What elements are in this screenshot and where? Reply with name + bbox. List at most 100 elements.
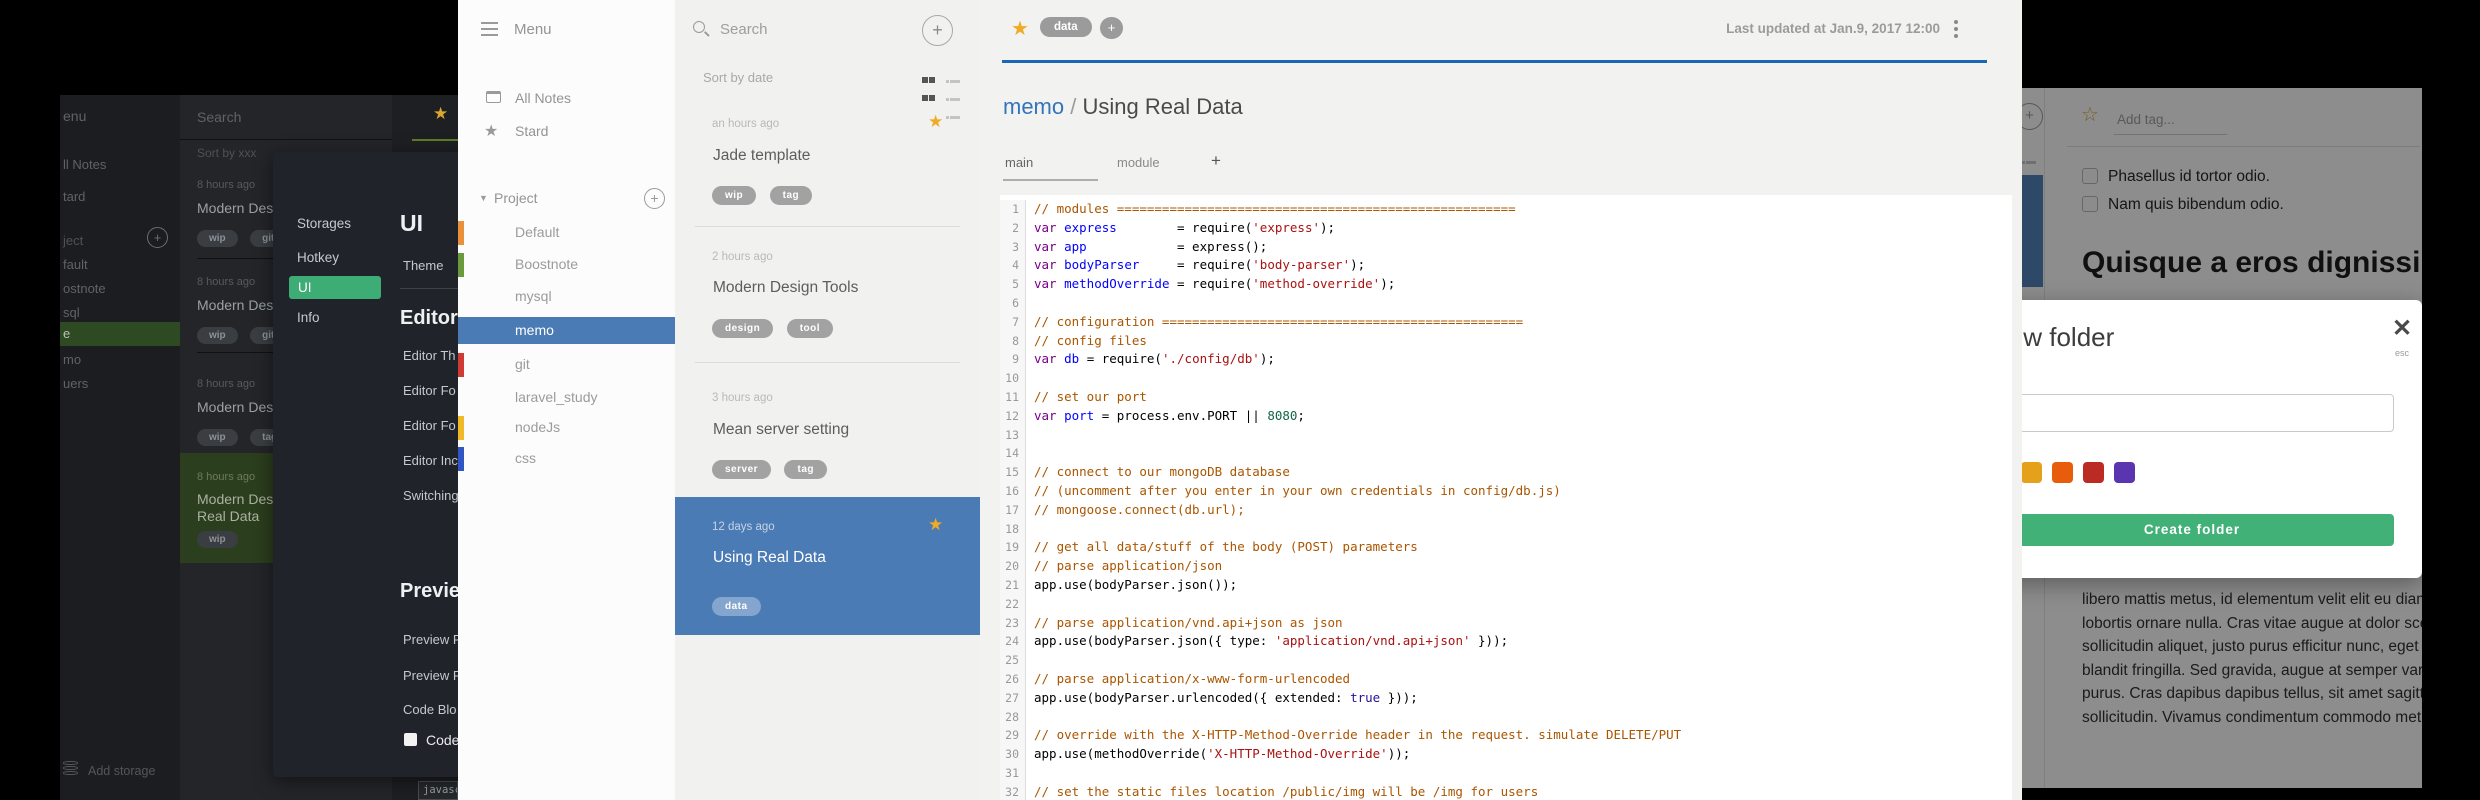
sidebar-folder-laravel-study[interactable]: laravel_study bbox=[515, 389, 598, 405]
code-line: 9 var db = require('./config/db'); bbox=[1000, 350, 2012, 370]
code-line: 6 bbox=[1000, 293, 2012, 313]
note-title: Mean server setting bbox=[713, 421, 850, 438]
sidebar-folder-mysql[interactable]: mysql bbox=[515, 288, 552, 304]
note-item[interactable]: an hours ago ★ Jade template wip tag bbox=[675, 110, 980, 225]
grid-view-icon[interactable] bbox=[922, 71, 938, 107]
note-tag: wip bbox=[197, 531, 238, 548]
dark-folder-item[interactable]: fault bbox=[63, 257, 88, 272]
note-item[interactable]: 3 hours ago Mean server setting server t… bbox=[675, 385, 980, 497]
code-line: 32// set the static files location /publ… bbox=[1000, 782, 2012, 800]
dark-folder-item[interactable]: sql bbox=[63, 305, 80, 320]
menu-icon[interactable] bbox=[481, 22, 498, 40]
dark-search-input[interactable]: Search bbox=[197, 109, 241, 125]
note-tag: tag bbox=[784, 460, 827, 479]
new-note-button[interactable]: + bbox=[922, 15, 953, 46]
dark-folder-label: e bbox=[63, 326, 71, 341]
dark-sidebar-item-starred[interactable]: tard bbox=[63, 189, 85, 204]
code-line: 8// config files bbox=[1000, 331, 2012, 351]
code-line: 1// modules ============================… bbox=[1000, 200, 2012, 219]
note-item-selected[interactable]: 12 days ago ★ Using Real Data data bbox=[675, 497, 980, 635]
code-line: 19// get all data/stuff of the body (POS… bbox=[1000, 538, 2012, 558]
code-line: 23// parse application/vnd.api+json as j… bbox=[1000, 613, 2012, 633]
folder-label: memo bbox=[515, 322, 554, 338]
settings-preview-row: Preview F bbox=[403, 668, 461, 683]
star-icon[interactable]: ★ bbox=[928, 112, 943, 132]
star-icon[interactable]: ★ bbox=[433, 104, 448, 124]
close-icon[interactable]: ✕ bbox=[2392, 314, 2412, 343]
settings-preview-title: Previe bbox=[400, 580, 461, 602]
more-menu-icon[interactable] bbox=[1952, 17, 1960, 41]
note-title: Using Real Data bbox=[713, 549, 826, 566]
tab-main[interactable]: main bbox=[1005, 155, 1033, 170]
color-swatch[interactable] bbox=[2021, 462, 2042, 483]
sidebar-item-all-notes[interactable]: All Notes bbox=[515, 90, 571, 106]
code-editor[interactable]: 1// modules ============================… bbox=[1000, 195, 2012, 800]
settings-nav-storages[interactable]: Storages bbox=[297, 216, 351, 231]
add-storage-button[interactable]: Add storage bbox=[88, 764, 155, 778]
folder-name-input[interactable] bbox=[1990, 394, 2394, 432]
sidebar-folder-boostnote[interactable]: Boostnote bbox=[515, 256, 578, 272]
sidebar-folder-nodejs[interactable]: nodeJs bbox=[515, 419, 560, 435]
folder-color-bar bbox=[458, 353, 464, 377]
project-section-label[interactable]: Project bbox=[494, 190, 538, 206]
code-line: 20// parse application/json bbox=[1000, 557, 2012, 576]
dark-project-label[interactable]: ject bbox=[63, 233, 83, 248]
sidebar-folder-memo-selected[interactable]: memo bbox=[458, 317, 675, 344]
breadcrumb-separator: / bbox=[1070, 94, 1077, 119]
code-line: 15// connect to our mongoDB database bbox=[1000, 463, 2012, 482]
code-language-select[interactable]: javascri bbox=[418, 781, 458, 800]
sidebar-folder-git[interactable]: git bbox=[515, 356, 530, 372]
code-line: 29// override with the X-HTTP-Method-Ove… bbox=[1000, 726, 2012, 746]
breadcrumb-folder[interactable]: memo bbox=[1003, 94, 1064, 119]
color-swatch[interactable] bbox=[2052, 462, 2073, 483]
tab-module[interactable]: module bbox=[1117, 155, 1160, 170]
dark-menu-label[interactable]: enu bbox=[63, 108, 86, 124]
search-input[interactable]: Search bbox=[720, 21, 768, 38]
dark-folder-item-selected[interactable]: e bbox=[60, 322, 180, 346]
code-line: 11// set our port bbox=[1000, 387, 2012, 407]
dark-folder-item[interactable]: uers bbox=[63, 376, 88, 391]
sort-select[interactable]: Sort by date bbox=[703, 70, 773, 85]
dark-folder-item[interactable]: ostnote bbox=[63, 281, 106, 296]
dark-sidebar-item-all-notes[interactable]: ll Notes bbox=[63, 157, 106, 172]
create-folder-button[interactable]: Create folder bbox=[1990, 514, 2394, 546]
settings-nav-hotkey[interactable]: Hotkey bbox=[297, 250, 339, 265]
note-tag: server bbox=[712, 460, 772, 479]
settings-nav-info[interactable]: Info bbox=[297, 310, 320, 325]
chevron-down-icon[interactable]: ▼ bbox=[479, 193, 488, 203]
note-list: Search + Sort by date an hours ago ★ Jad… bbox=[675, 0, 980, 800]
note-tag-pill[interactable]: data bbox=[1040, 17, 1092, 37]
divider bbox=[180, 139, 392, 140]
breadcrumb: memo / Using Real Data bbox=[1003, 94, 1243, 120]
code-line: 28 bbox=[1000, 707, 2012, 727]
add-tag-button[interactable]: + bbox=[1100, 17, 1123, 39]
note-time: 8 hours ago bbox=[197, 471, 256, 483]
sidebar-folder-default[interactable]: Default bbox=[515, 224, 559, 240]
dark-sort-select[interactable]: Sort by xxx bbox=[197, 146, 256, 160]
settings-editor-row: Switching bbox=[403, 488, 459, 503]
settings-section-title: UI bbox=[400, 210, 423, 236]
sidebar-folder-css[interactable]: css bbox=[515, 450, 536, 466]
color-swatch[interactable] bbox=[2114, 462, 2135, 483]
sidebar-item-starred[interactable]: Stard bbox=[515, 123, 548, 139]
menu-label[interactable]: Menu bbox=[514, 21, 552, 38]
code-line: 4 var bodyParser = require('body-parser')… bbox=[1000, 256, 2012, 276]
note-time: an hours ago bbox=[712, 118, 780, 130]
dark-folder-item[interactable]: mo bbox=[63, 352, 81, 367]
settings-nav-ui-active[interactable]: UI bbox=[289, 276, 381, 299]
star-toggle-icon[interactable]: ★ bbox=[1011, 16, 1029, 41]
dark-sidebar: enu ll Notes tard ject + fault ostnote s… bbox=[60, 95, 180, 800]
note-time: 2 hours ago bbox=[712, 251, 773, 263]
note-item[interactable]: 2 hours ago Modern Design Tools design t… bbox=[675, 245, 980, 360]
note-tag: wip bbox=[197, 429, 238, 446]
all-notes-icon bbox=[486, 91, 501, 103]
folder-color-bar bbox=[458, 447, 464, 471]
folder-color-bar bbox=[458, 221, 464, 245]
star-icon[interactable]: ★ bbox=[928, 515, 943, 535]
add-tab-button[interactable]: + bbox=[1211, 151, 1221, 171]
code-block-checkbox[interactable] bbox=[404, 733, 417, 746]
color-swatch[interactable] bbox=[2083, 462, 2104, 483]
dark-add-folder-button[interactable]: + bbox=[147, 227, 168, 248]
add-folder-button[interactable]: + bbox=[644, 188, 665, 209]
divider bbox=[695, 226, 960, 227]
